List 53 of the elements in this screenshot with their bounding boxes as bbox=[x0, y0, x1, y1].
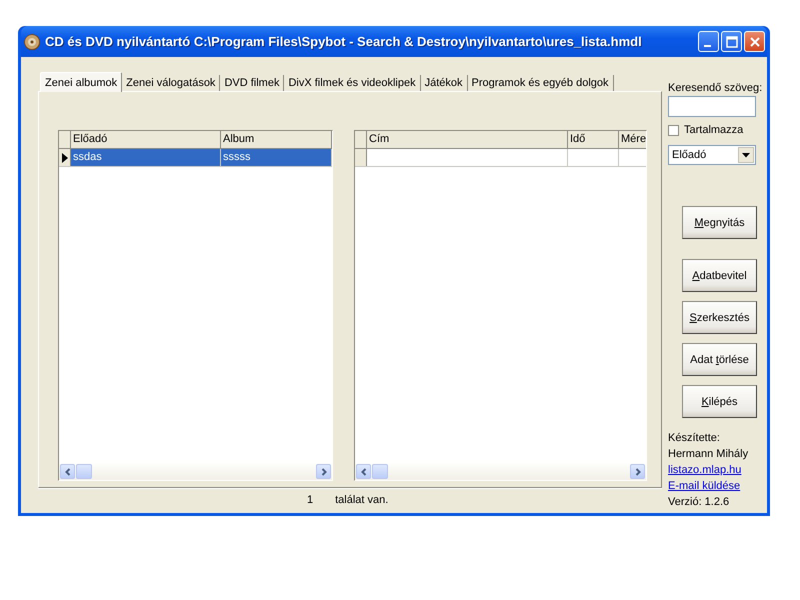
column-header[interactable]: Cím bbox=[367, 131, 568, 148]
action-button[interactable]: Megnyitás bbox=[682, 206, 757, 239]
status-text: találat van. bbox=[335, 494, 388, 506]
chevron-left-icon bbox=[360, 468, 368, 476]
column-header[interactable]: Idő bbox=[568, 131, 619, 148]
action-button[interactable]: Adatbevitel bbox=[682, 259, 757, 292]
field-dropdown[interactable]: Előadó bbox=[668, 145, 756, 165]
scroll-thumb[interactable] bbox=[76, 464, 92, 479]
horizontal-scrollbar[interactable] bbox=[59, 463, 332, 480]
author-name: Hermann Mihály bbox=[668, 447, 748, 462]
scroll-thumb[interactable] bbox=[372, 464, 388, 479]
scroll-left-button[interactable] bbox=[356, 464, 371, 479]
row-pointer-icon bbox=[62, 152, 68, 162]
disc-icon bbox=[24, 34, 40, 50]
maximize-icon bbox=[726, 36, 738, 48]
column-header[interactable]: Előadó bbox=[71, 131, 221, 148]
tab[interactable]: Zenei albumok bbox=[40, 72, 122, 92]
close-button[interactable] bbox=[744, 31, 765, 52]
tab[interactable]: Programok és egyéb dolgok bbox=[468, 75, 614, 91]
action-button[interactable]: Szerkesztés bbox=[682, 301, 757, 334]
scroll-left-button[interactable] bbox=[60, 464, 75, 479]
checkbox[interactable] bbox=[668, 124, 679, 136]
scroll-right-button[interactable] bbox=[630, 464, 645, 479]
column-header[interactable]: Album bbox=[221, 131, 332, 148]
table-cell: sssss bbox=[221, 149, 332, 166]
author-label: Készítette: bbox=[668, 431, 720, 446]
close-icon bbox=[748, 36, 760, 48]
maximize-button[interactable] bbox=[721, 31, 742, 52]
search-label: Keresendő szöveg: bbox=[668, 82, 760, 94]
chevron-right-icon bbox=[320, 468, 328, 476]
website-link[interactable]: listazo.mlap.hu bbox=[668, 462, 742, 478]
column-header[interactable]: Mére bbox=[619, 131, 646, 148]
chevron-left-icon bbox=[64, 468, 72, 476]
scroll-right-button[interactable] bbox=[316, 464, 331, 479]
table-cell: ssdas bbox=[71, 149, 221, 166]
tab[interactable]: DivX filmek és videoklipek bbox=[284, 75, 421, 91]
action-button[interactable]: Kilépés bbox=[682, 385, 757, 418]
search-field[interactable] bbox=[668, 96, 756, 117]
dropdown-arrow-icon bbox=[742, 152, 750, 158]
tab[interactable]: Zenei válogatások bbox=[122, 75, 220, 91]
action-button[interactable]: Adat törlése bbox=[682, 343, 757, 376]
window-title: CD és DVD nyilvántartó C:\Program Files\Spybot - Search & Destroy\nyilvantarto\ures_lista.hmdl bbox=[45, 34, 643, 49]
contains-checkbox[interactable]: Tartalmazza bbox=[668, 124, 760, 136]
tab[interactable]: Játékok bbox=[420, 75, 468, 91]
email-link[interactable]: E-mail küldése bbox=[668, 478, 740, 494]
chevron-right-icon bbox=[634, 468, 642, 476]
result-count: 1 bbox=[307, 494, 314, 506]
minimize-icon bbox=[704, 44, 710, 46]
table-row[interactable]: ssdas sssss bbox=[59, 149, 332, 167]
version-text: Verzió: 1.2.6 bbox=[668, 495, 730, 510]
horizontal-scrollbar[interactable] bbox=[355, 463, 646, 480]
minimize-button[interactable] bbox=[698, 31, 719, 52]
tab[interactable]: DVD filmek bbox=[220, 75, 284, 91]
